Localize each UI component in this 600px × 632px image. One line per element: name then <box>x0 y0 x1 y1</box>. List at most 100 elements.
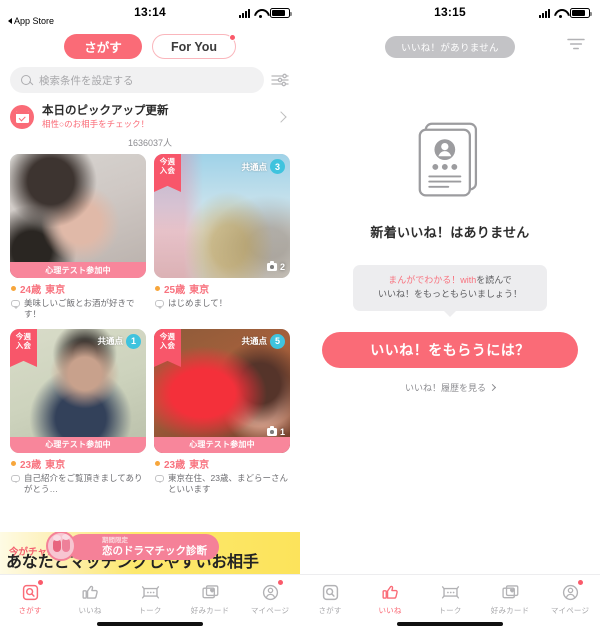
tab-badge-dot <box>37 580 43 585</box>
profile-age-location: 24歳 東京 <box>11 281 145 296</box>
search-icon <box>21 74 32 86</box>
photo-image <box>10 154 146 278</box>
cellular-signal-icon <box>539 8 550 18</box>
right-screen: 13:15 いいね！がありません 新着いいね！はありません まんがでわかる！wi… <box>300 0 600 632</box>
tip-line-1: まんがでわかる！withを読んで <box>361 274 539 288</box>
status-bar-left: App Store 13:14 <box>0 0 300 30</box>
profile-age: 24歳 <box>20 285 42 296</box>
get-likes-button[interactable]: いいね！をもらうには？ <box>322 331 578 368</box>
tab-bar-label: トーク <box>138 606 162 615</box>
profile-card[interactable]: 今週 入会 共通点 5 1 心理テスト参加中 23歳 東京 東京在住、23歳、ま… <box>154 328 290 496</box>
status-time: 13:14 <box>134 5 166 19</box>
chevron-right-icon <box>275 111 287 123</box>
tab-bar-label: さがす <box>18 606 42 615</box>
promo-pill: 期間限定 恋のドラマチック診断 <box>68 534 219 560</box>
empty-likes-chip[interactable]: いいね！がありません <box>385 36 515 58</box>
battery-icon <box>270 8 292 18</box>
sliders-icon[interactable] <box>270 70 290 90</box>
likes-history-link[interactable]: いいね！履歴を見る <box>405 381 497 394</box>
profile-meta: 23歳 東京 東京在住、23歳、まどらーさんといいます <box>154 453 290 496</box>
status-indicators <box>239 8 292 18</box>
tab-bar-item-talk[interactable]: トーク <box>120 582 180 616</box>
tab-bar-item-preference-card[interactable]: 好みカード <box>180 582 240 616</box>
tab-badge-dot <box>277 580 283 585</box>
likes-header: いいね！がありません <box>300 30 600 68</box>
tab-bar-item-mypage[interactable]: マイページ <box>240 580 300 616</box>
pickup-subtitle: 相性○のお相手をチェック！ <box>42 119 150 130</box>
ribbon-line-2: 入会 <box>15 340 32 350</box>
online-dot-icon <box>11 286 16 291</box>
profile-bio-row: 美味しいご飯とお酒が好きです！ <box>11 298 145 321</box>
filter-icon[interactable] <box>566 36 586 52</box>
chat-icon <box>441 582 460 602</box>
profile-photo[interactable]: 今週 入会 共通点 5 1 心理テスト参加中 <box>154 328 290 453</box>
profile-photo[interactable]: 今週 入会 共通点 1 心理テスト参加中 <box>10 328 146 453</box>
photo-count-value: 2 <box>279 262 285 272</box>
tab-bar-item-sagasu[interactable]: さがす <box>0 580 60 616</box>
profile-photo[interactable]: 今週 入会 共通点 3 2 <box>154 154 290 278</box>
profile-age: 23歳 <box>164 459 186 471</box>
profile-bio-row: 東京在住、23歳、まどらーさんといいます <box>155 473 289 496</box>
preference-card-icon <box>201 582 220 602</box>
tab-bar-item-talk[interactable]: トーク <box>420 582 480 616</box>
status-bar-right: 13:15 <box>300 0 600 30</box>
status-indicators <box>539 8 592 18</box>
online-dot-icon <box>11 460 16 466</box>
empty-state: 新着いいね！はありません まんがでわかる！withを読んで いいね！をもっともら… <box>300 68 600 394</box>
speech-bubble-icon <box>155 300 164 309</box>
speech-bubble-icon <box>11 474 20 484</box>
common-points-label: 共通点 <box>241 336 267 347</box>
pickup-text: 本日のピックアップ更新 相性○のお相手をチェック！ <box>42 104 269 130</box>
profile-card[interactable]: 今週 入会 共通点 3 2 25歳 東京 はじめまして！ <box>154 154 290 321</box>
tab-bar-label: 好みカード <box>190 606 230 615</box>
psych-test-band: 心理テスト参加中 <box>10 262 146 278</box>
common-points-badge: 共通点 3 <box>241 159 285 174</box>
promo-pill-large: 恋のドラマチック診断 <box>102 544 207 557</box>
pickup-title: 本日のピックアップ更新 <box>42 105 169 117</box>
tab-sagasu[interactable]: さがす <box>63 34 142 59</box>
tab-for-you[interactable]: For You <box>151 34 237 59</box>
profile-bio: はじめまして！ <box>168 298 228 308</box>
search-input[interactable]: 検索条件を設定する <box>10 67 264 93</box>
speech-bubble-icon <box>11 300 20 309</box>
tip-bubble: まんがでわかる！withを読んで いいね！をもっともらいましょう！ <box>353 265 547 311</box>
search-card-icon <box>321 582 340 602</box>
profile-photo[interactable]: 心理テスト参加中 <box>10 154 146 278</box>
search-placeholder: 検索条件を設定する <box>39 74 134 87</box>
tab-for-you-label: For You <box>170 39 218 54</box>
empty-state-title: 新着いいね！はありません <box>370 225 530 240</box>
common-points-label: 共通点 <box>241 161 267 172</box>
battery-icon <box>570 8 592 18</box>
profile-bio: 自己紹介をご覧頂きましてありがとう… <box>24 472 143 495</box>
thumbs-up-icon <box>81 582 100 602</box>
wifi-icon <box>554 9 566 18</box>
camera-icon <box>266 261 277 271</box>
profile-card[interactable]: 今週 入会 共通点 1 心理テスト参加中 23歳 東京 自己紹介をご覧頂きまして… <box>10 328 146 496</box>
profile-meta: 23歳 東京 自己紹介をご覧頂きましてありがとう… <box>10 453 146 496</box>
common-points-badge: 共通点 5 <box>241 333 285 349</box>
tab-bar-label: マイページ <box>250 606 290 615</box>
profile-grid: 心理テスト参加中 24歳 東京 美味しいご飯とお酒が好きです！ 今週 入会 共通… <box>0 154 300 496</box>
common-points-count: 1 <box>126 333 141 349</box>
cellular-signal-icon <box>239 8 250 18</box>
tab-bar-item-iine[interactable]: いいね <box>360 582 420 616</box>
back-to-app-store[interactable]: App Store <box>8 16 54 26</box>
tab-bar-label: トーク <box>438 606 462 615</box>
common-points-label: 共通点 <box>97 336 123 347</box>
photo-count-badge: 1 <box>266 425 285 437</box>
common-points-count: 5 <box>270 333 285 349</box>
status-time: 13:15 <box>434 5 466 19</box>
promo-banner[interactable]: 今がチャンス！ あなたとマッチングしやすいお相手 期間限定 恋のドラマチック診断 <box>0 532 300 574</box>
tab-bar-item-mypage[interactable]: マイページ <box>540 580 600 616</box>
pickup-banner[interactable]: 本日のピックアップ更新 相性○のお相手をチェック！ <box>0 100 300 136</box>
thumbs-up-icon <box>381 582 400 602</box>
profile-cards-icon <box>412 120 488 205</box>
profile-bio-row: 自己紹介をご覧頂きましてありがとう… <box>11 473 145 496</box>
tab-bar-item-sagasu[interactable]: さがす <box>300 582 360 616</box>
profile-age-location: 23歳 東京 <box>155 456 289 471</box>
ribbon-line-2: 入会 <box>159 165 176 175</box>
tab-bar-item-preference-card[interactable]: 好みカード <box>480 582 540 616</box>
profile-card[interactable]: 心理テスト参加中 24歳 東京 美味しいご飯とお酒が好きです！ <box>10 154 146 321</box>
tab-bar-item-iine[interactable]: いいね <box>60 582 120 616</box>
speech-bubble-icon <box>155 474 164 484</box>
